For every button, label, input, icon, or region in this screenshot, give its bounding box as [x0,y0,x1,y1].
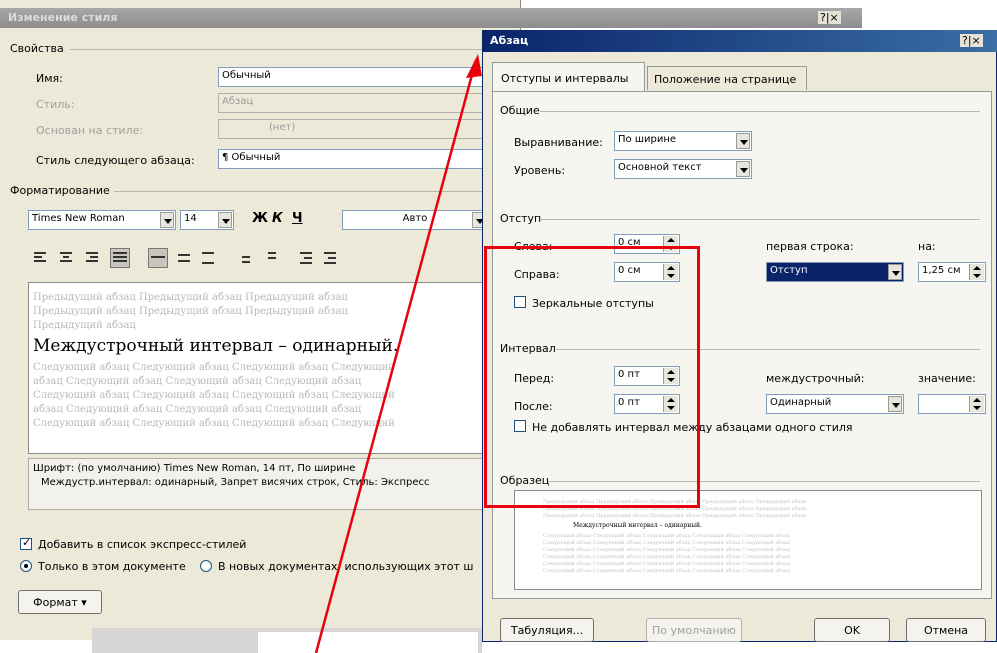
annotation-arrow [314,54,482,653]
